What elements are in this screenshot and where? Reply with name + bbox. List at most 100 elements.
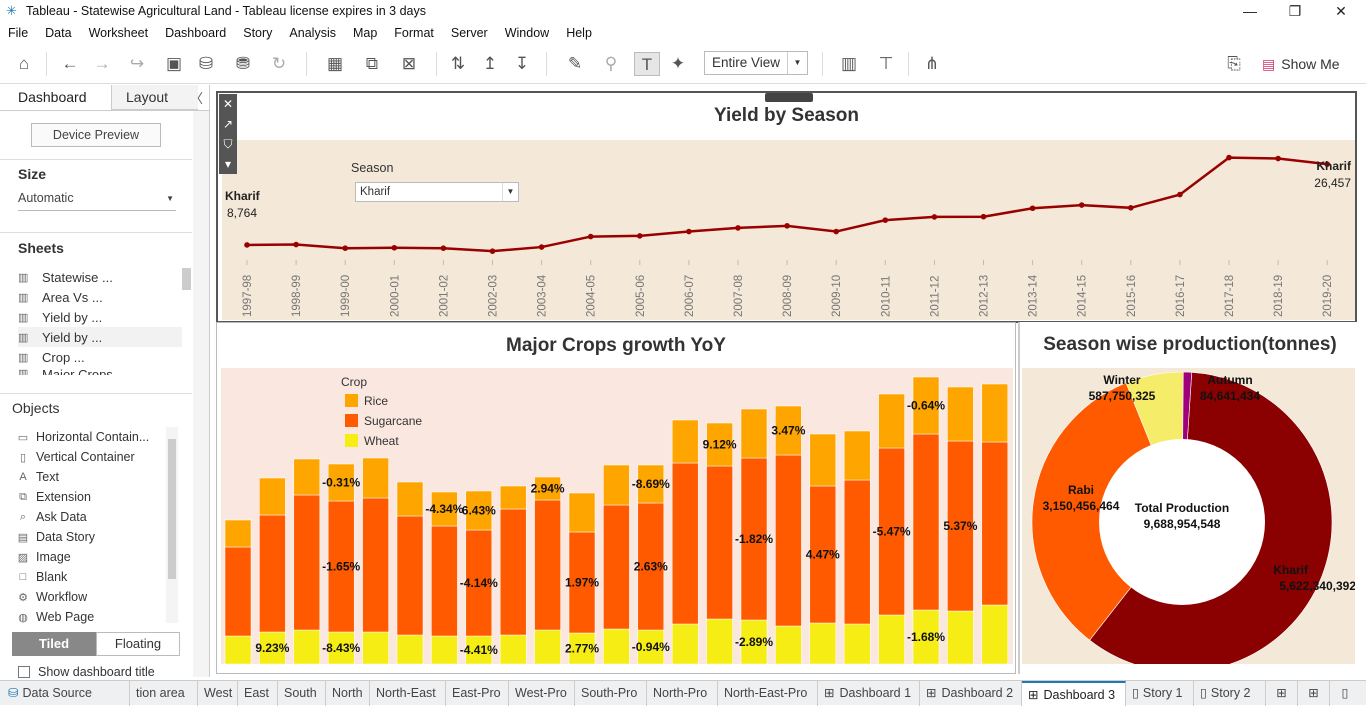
- paint-format-icon[interactable]: ⎘: [1222, 52, 1246, 76]
- yield-point: [931, 214, 938, 220]
- swap-icon[interactable]: ⇅: [446, 52, 470, 76]
- major-crops-panel[interactable]: Major Crops growth YoY 9.23% -0.31% -1.65%…: [216, 322, 1016, 674]
- sheet-item[interactable]: ▥ Yield by ...: [18, 327, 182, 347]
- show-cards-icon[interactable]: ▥: [832, 52, 866, 76]
- more-options-icon[interactable]: ▾: [219, 154, 237, 174]
- new-worksheet-icon[interactable]: ▦: [318, 52, 352, 76]
- device-preview-button[interactable]: Device Preview: [31, 123, 161, 147]
- menu-dashboard[interactable]: Dashboard: [165, 26, 226, 40]
- tab-sheet[interactable]: South-Pro: [575, 680, 647, 706]
- pin-icon[interactable]: ✦: [666, 52, 690, 76]
- sheet-item[interactable]: ▥ Area Vs ...: [18, 287, 182, 307]
- drag-handle-icon[interactable]: [765, 93, 813, 102]
- restore-icon[interactable]: ❐: [1272, 0, 1318, 22]
- fit-dropdown[interactable]: Entire View ▼: [704, 51, 808, 75]
- object-image[interactable]: ▨ Image: [16, 547, 71, 567]
- go-to-sheet-icon[interactable]: ↗: [219, 114, 237, 134]
- tab-data-source[interactable]: ⛁ Data Source: [0, 680, 130, 706]
- season-filter-dropdown[interactable]: Kharif ▼: [355, 182, 519, 202]
- object-web-page[interactable]: ◍ Web Page: [16, 607, 94, 627]
- tab-dashboard-3[interactable]: ⊞ Dashboard 3: [1022, 680, 1126, 706]
- tab-layout[interactable]: Layout: [112, 85, 198, 110]
- tiled-button[interactable]: Tiled: [12, 632, 96, 656]
- sheets-scrollbar[interactable]: [182, 268, 191, 290]
- floating-button[interactable]: Floating: [96, 632, 180, 656]
- sheet-item[interactable]: ▥ Major Crops: [18, 367, 182, 375]
- new-worksheet-tab-icon[interactable]: ⊞: [1266, 680, 1298, 706]
- objects-scrollbar[interactable]: [166, 427, 178, 623]
- pause-updates-icon[interactable]: ⛃: [226, 52, 260, 76]
- object-text[interactable]: A Text: [16, 467, 59, 487]
- remove-icon[interactable]: ✕: [219, 94, 237, 114]
- x-tick-label: 2013-14: [1028, 274, 1040, 317]
- tab-sheet[interactable]: North: [326, 680, 370, 706]
- tab-dashboard-1[interactable]: ⊞ Dashboard 1: [818, 680, 920, 706]
- menu-story[interactable]: Story: [243, 26, 272, 40]
- group-icon[interactable]: ⚲: [596, 52, 626, 76]
- tab-sheet[interactable]: East: [238, 680, 278, 706]
- share-icon[interactable]: ⋔: [920, 52, 944, 76]
- tab-dashboard[interactable]: Dashboard: [0, 85, 112, 110]
- tab-story-2[interactable]: ▯ Story 2: [1194, 680, 1266, 706]
- refresh-icon[interactable]: ↻: [264, 52, 294, 76]
- new-story-tab-icon[interactable]: ▯: [1330, 681, 1360, 706]
- menu-data[interactable]: Data: [45, 26, 71, 40]
- wheat-legend-label: Wheat: [364, 434, 399, 448]
- tab-sheet[interactable]: West-Pro: [509, 680, 575, 706]
- yield-by-season-panel[interactable]: Yield by Season 1997-98 1998-99 1999-00 200…: [216, 91, 1357, 323]
- rice-bar: [259, 477, 286, 516]
- size-dropdown[interactable]: Automatic ▼: [18, 191, 176, 211]
- save-icon[interactable]: ▣: [162, 52, 186, 76]
- show-me-button[interactable]: ▤ Show Me: [1262, 52, 1340, 76]
- tab-sheet[interactable]: West: [198, 680, 238, 706]
- object-horizontal-container[interactable]: ▭ Horizontal Contain...: [16, 427, 149, 447]
- duplicate-icon[interactable]: ⧉: [360, 52, 384, 76]
- collapse-panel-icon[interactable]: 〈: [190, 88, 203, 107]
- tab-sheet[interactable]: North-Pro: [647, 680, 718, 706]
- show-title-checkbox[interactable]: Show dashboard title: [18, 665, 155, 679]
- home-icon[interactable]: ⌂: [12, 52, 36, 76]
- yoy-growth-label: -1.68%: [907, 630, 945, 644]
- side-panel-scrollbar[interactable]: [193, 111, 209, 677]
- tab-sheet[interactable]: North-East-Pro: [718, 680, 818, 706]
- new-dashboard-tab-icon[interactable]: ⊞: [1298, 680, 1330, 706]
- object-blank[interactable]: □ Blank: [16, 567, 68, 587]
- tab-sheet[interactable]: tion area: [130, 680, 198, 706]
- season-production-panel[interactable]: Season wise production(tonnes) Kharif 5,6…: [1018, 322, 1360, 674]
- menu-window[interactable]: Window: [505, 26, 549, 40]
- tab-sheet[interactable]: North-East: [370, 680, 446, 706]
- sheet-item[interactable]: ▥ Statewise ...: [18, 267, 182, 287]
- tab-story-1[interactable]: ▯ Story 1: [1126, 680, 1194, 706]
- undo-icon[interactable]: ←: [58, 52, 82, 76]
- clear-sheet-icon[interactable]: ⊠: [392, 52, 426, 76]
- new-data-source-icon[interactable]: ⛁: [194, 52, 218, 76]
- object-data-story[interactable]: ▤ Data Story: [16, 527, 95, 547]
- minimize-icon[interactable]: —: [1227, 0, 1273, 22]
- menu-server[interactable]: Server: [451, 26, 488, 40]
- close-window-icon[interactable]: ✕: [1318, 0, 1364, 22]
- menu-map[interactable]: Map: [353, 26, 377, 40]
- menu-help[interactable]: Help: [566, 26, 592, 40]
- menu-analysis[interactable]: Analysis: [289, 26, 336, 40]
- tab-sheet[interactable]: East-Pro: [446, 680, 509, 706]
- checkbox-icon: [18, 666, 30, 678]
- replay-icon[interactable]: ↪: [120, 52, 154, 76]
- object-ask-data[interactable]: ⌕ Ask Data: [16, 507, 87, 527]
- menu-format[interactable]: Format: [394, 26, 434, 40]
- menu-worksheet[interactable]: Worksheet: [89, 26, 149, 40]
- redo-icon[interactable]: →: [90, 52, 114, 76]
- filter-icon[interactable]: ⛉: [219, 134, 237, 154]
- sort-ascending-icon[interactable]: ↥: [478, 52, 502, 76]
- menu-file[interactable]: File: [8, 26, 28, 40]
- object-workflow[interactable]: ⚙ Workflow: [16, 587, 87, 607]
- tab-dashboard-2[interactable]: ⊞ Dashboard 2: [920, 680, 1022, 706]
- tab-sheet[interactable]: South: [278, 680, 326, 706]
- object-vertical-container[interactable]: ▯ Vertical Container: [16, 447, 135, 467]
- sort-descending-icon[interactable]: ↧: [510, 52, 534, 76]
- object-extension[interactable]: ⧉ Extension: [16, 487, 91, 507]
- highlight-icon[interactable]: ✎: [558, 52, 592, 76]
- sheet-item[interactable]: ▥ Yield by ...: [18, 307, 182, 327]
- presentation-mode-icon[interactable]: ⊤: [874, 52, 898, 76]
- show-labels-icon[interactable]: T: [634, 52, 660, 76]
- sheet-item[interactable]: ▥ Crop ...: [18, 347, 182, 367]
